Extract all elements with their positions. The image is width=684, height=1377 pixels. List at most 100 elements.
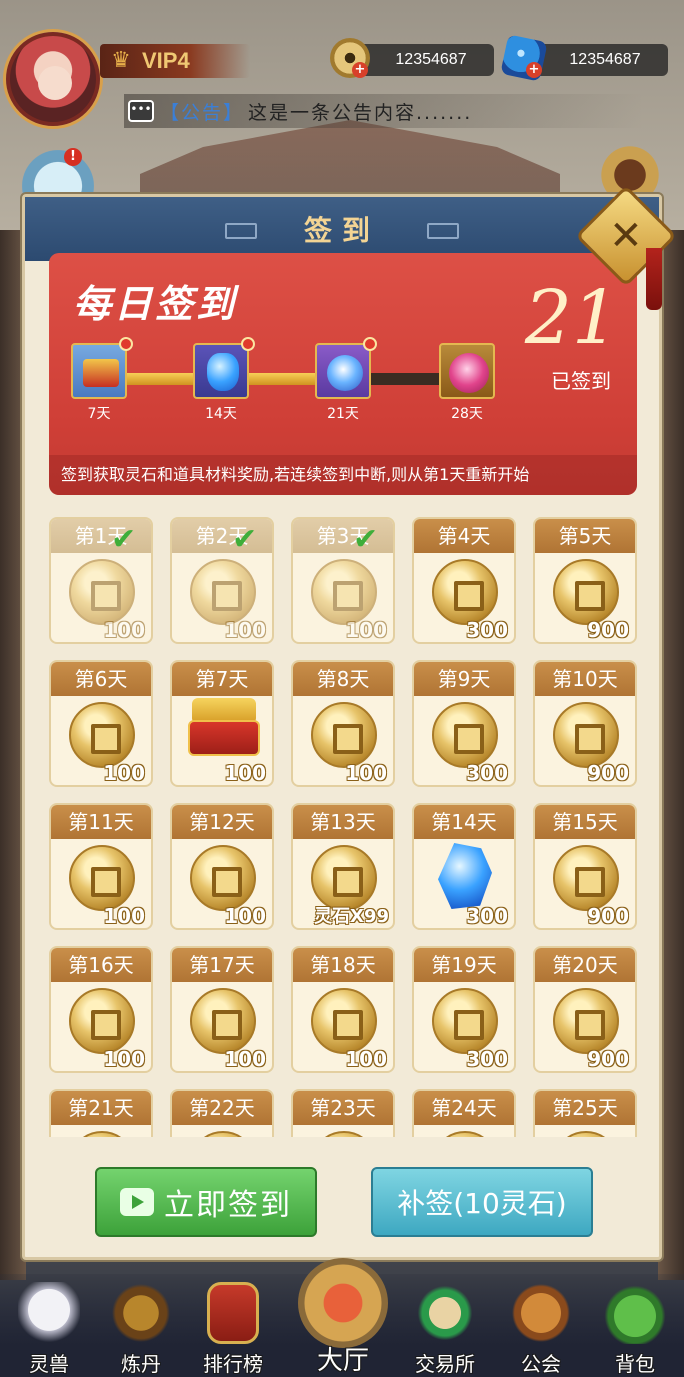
day-reward: 300 [414,553,514,642]
dialog-header: 签到 [25,197,659,261]
sign-in-now-button[interactable]: 立即签到 [95,1167,317,1237]
nav-label: 公会 [521,1352,561,1376]
milestone-spirit-orb-icon[interactable] [315,337,377,399]
milestone-blue-gem-icon[interactable] [193,337,255,399]
nav-exchange[interactable]: 交易所 [400,1274,490,1377]
reward-amount: 100 [103,761,145,785]
nav-label: 排行榜 [203,1352,263,1376]
reward-amount: 100 [103,1047,145,1071]
day-label: 第12天 [172,805,272,839]
day-reward: 900 [535,553,635,642]
reward-amount: 100 [224,1047,266,1071]
lobby-emblem-icon [298,1258,388,1348]
vip-level: VIP4 [142,48,190,73]
nav-bag[interactable]: 背包 [590,1274,680,1377]
reward-amount: 300 [466,618,508,642]
reward-amount: 100 [224,618,266,642]
announcement-bar[interactable]: ••• 【公告】 这是一条公告内容....... [124,94,644,128]
streak-progress-track [97,373,477,385]
avatar-face [38,66,72,100]
nav-lobby[interactable]: 大厅 [288,1252,398,1377]
message-icon: ••• [128,100,154,122]
player-avatar[interactable] [6,32,100,126]
day-cell[interactable]: 第20天 900 [533,946,637,1073]
day-cell[interactable]: 第2天 100 ✔ [170,517,274,644]
red-dot-icon [363,337,377,351]
copper-coin-icon [69,559,135,625]
nav-leaderboard[interactable]: 排行榜 [188,1274,278,1377]
milestone-pink-orb-icon[interactable] [439,343,495,399]
copper-coin-icon [190,1131,256,1137]
milestone-chest-icon[interactable] [71,337,133,399]
day-label: 第7天 [172,662,272,696]
day-cell[interactable]: 第19天 300 [412,946,516,1073]
rank-banner-icon [207,1282,259,1344]
day-cell[interactable]: 第14天 300 [412,803,516,930]
video-play-icon [120,1188,154,1216]
day-cell[interactable]: 第1天 100 ✔ [49,517,153,644]
day-cell[interactable]: 第11天 100 [49,803,153,930]
day-reward: 100 [51,982,151,1071]
day-reward [172,1125,272,1137]
day-cell[interactable]: 第24天 [412,1089,516,1137]
reward-amount: 900 [587,904,629,928]
day-reward: 100 [51,696,151,785]
day-cell[interactable]: 第6天 100 [49,660,153,787]
make-up-signin-button[interactable]: 补签(10灵石) [371,1167,593,1237]
reward-amount: 100 [224,761,266,785]
nav-alchemy[interactable]: 炼丹 [96,1274,186,1377]
day-cell[interactable]: 第4天 300 [412,517,516,644]
day-cell[interactable]: 第9天 300 [412,660,516,787]
reward-amount: 100 [345,618,387,642]
day-cell[interactable]: 第25天 [533,1089,637,1137]
day-cell[interactable]: 第8天 100 [291,660,395,787]
gem-balance[interactable]: + 12354687 [500,34,668,82]
day-cell[interactable]: 第17天 100 [170,946,274,1073]
day-reward: 900 [535,839,635,928]
reward-amount: 100 [345,761,387,785]
day-reward: 100 [293,982,393,1071]
day-label: 第16天 [51,948,151,982]
day-cell[interactable]: 第21天 [49,1089,153,1137]
day-cell[interactable]: 第10天 900 [533,660,637,787]
day-reward [51,1125,151,1137]
signin-grid-viewport[interactable]: 第1天 100 ✔ 第2天 100 ✔ 第3天 100 ✔ 第4天 300 第5天 900 第6天 100 第… [49,517,645,1137]
day-label: 第5天 [535,519,635,553]
trade-scroll-icon [414,1282,476,1344]
day-cell[interactable]: 第13天 灵石X99 [291,803,395,930]
nav-label: 交易所 [415,1352,475,1376]
day-cell[interactable]: 第18天 100 [291,946,395,1073]
milestone-label: 21天 [327,406,359,422]
day-cell[interactable]: 第22天 [170,1089,274,1137]
nav-guild[interactable]: 公会 [496,1274,586,1377]
streak-count: 21 [524,275,619,361]
day-reward: 300 [414,696,514,785]
day-cell[interactable]: 第23天 [291,1089,395,1137]
coin-balance[interactable]: + 12354687 [330,38,494,78]
daily-signin-banner: 每日签到 21 已签到 7天 14天 21天 28天 签到获取灵石和道具材料奖励… [49,253,637,495]
day-cell[interactable]: 第12天 100 [170,803,274,930]
day-cell[interactable]: 第15天 900 [533,803,637,930]
streak-label: 已签到 [551,369,611,393]
crown-icon: ♛ [111,48,131,73]
bag-icon [604,1282,666,1344]
copper-coin-icon [432,702,498,768]
reward-amount: 300 [466,1047,508,1071]
day-cell[interactable]: 第16天 100 [49,946,153,1073]
copper-coin-icon [553,559,619,625]
reward-amount: 900 [587,761,629,785]
day-label: 第24天 [414,1091,514,1125]
day-label: 第22天 [172,1091,272,1125]
nav-label: 背包 [615,1352,655,1376]
day-reward: 灵石X99 [293,839,393,928]
day-cell[interactable]: 第5天 900 [533,517,637,644]
add-gems-plus-icon[interactable]: + [526,62,542,78]
nav-spirit-beast[interactable]: 灵兽 [4,1274,94,1377]
day-cell[interactable]: 第3天 100 ✔ [291,517,395,644]
vip-badge[interactable]: ♛ VIP4 [100,44,250,78]
day-cell[interactable]: 第7天 100 [170,660,274,787]
add-coins-plus-icon[interactable]: + [352,62,368,78]
day-reward: 300 [414,839,514,928]
signin-dialog: 签到 每日签到 21 已签到 7天 14天 21天 28天 签到获取灵石和道具材… [22,194,662,1260]
day-label: 第10天 [535,662,635,696]
